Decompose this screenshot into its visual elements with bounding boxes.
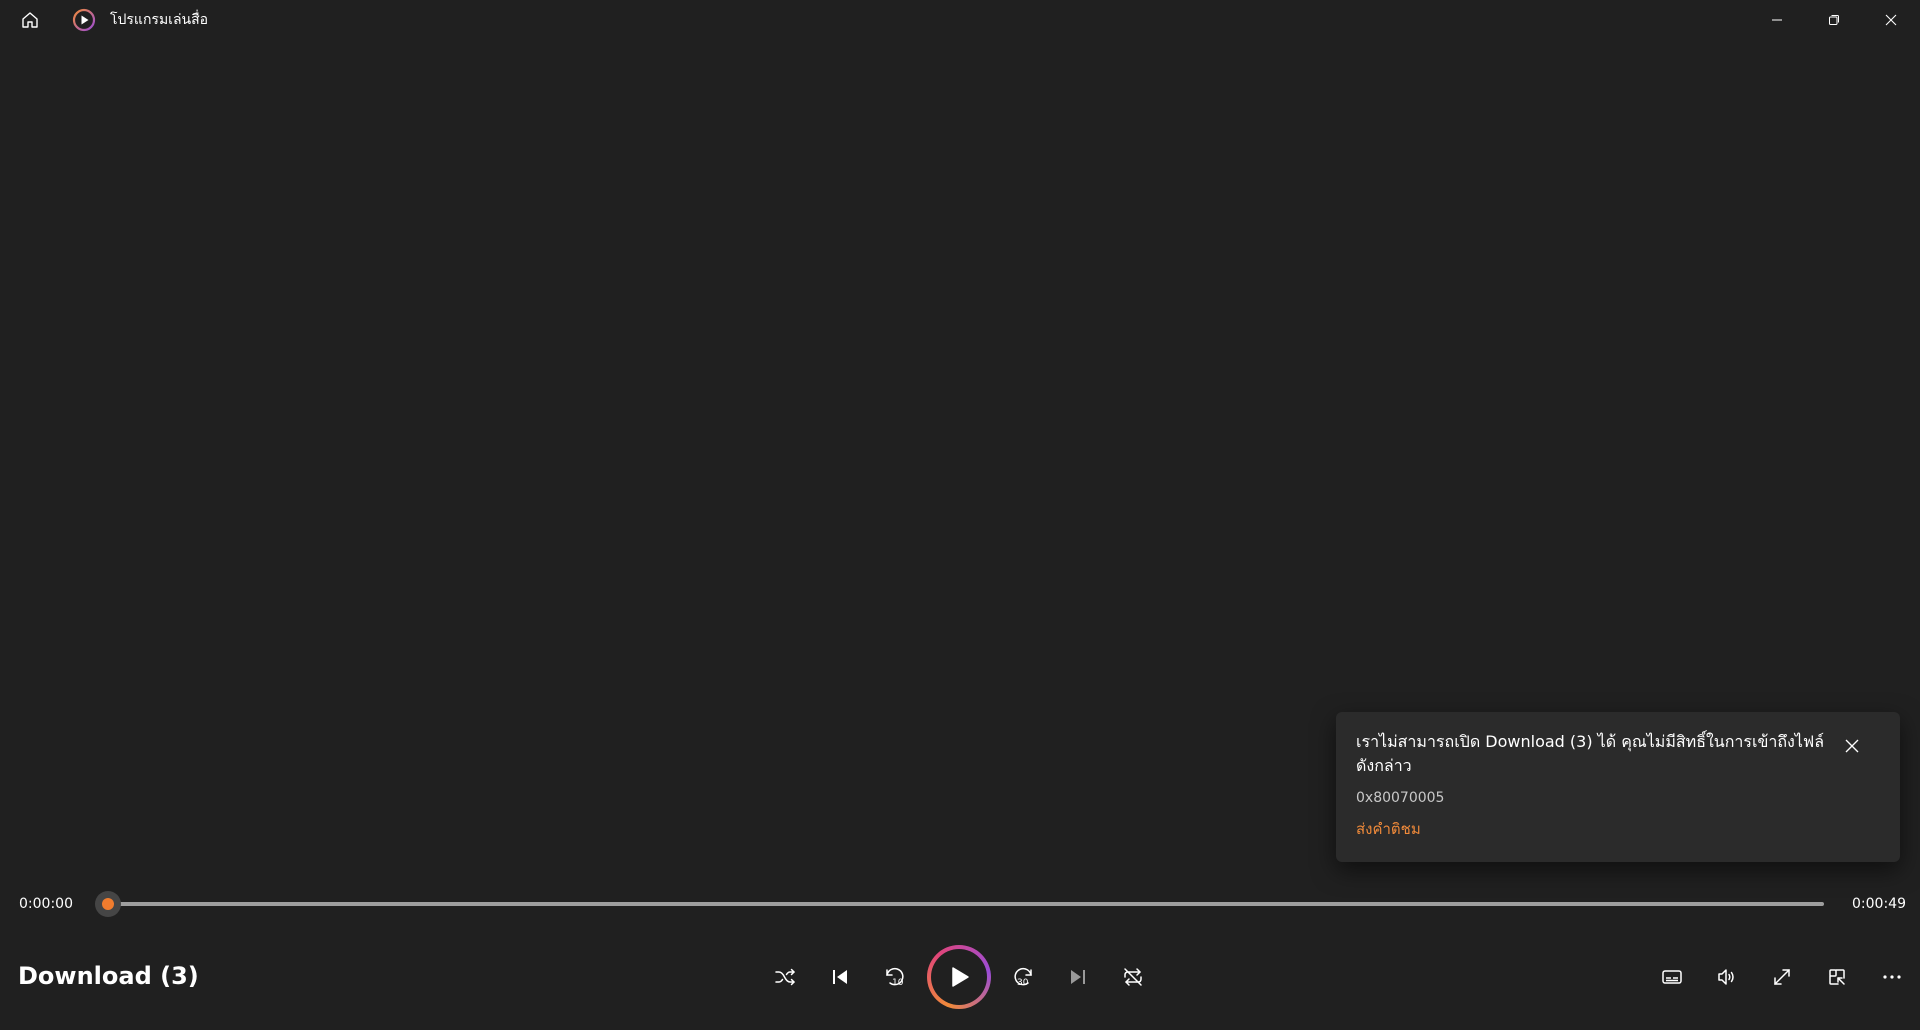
seek-thumb-dot: [102, 898, 114, 910]
volume-icon[interactable]: [1705, 955, 1749, 999]
media-title: Download (3): [18, 962, 199, 990]
fullscreen-icon[interactable]: [1760, 955, 1804, 999]
minimize-icon[interactable]: [1749, 0, 1805, 40]
error-message: เราไม่สามารถเปิด Download (3) ได้ คุณไม่…: [1356, 732, 1825, 775]
subtitles-icon[interactable]: [1650, 955, 1694, 999]
home-icon[interactable]: [14, 5, 46, 35]
close-icon[interactable]: [1836, 730, 1868, 762]
send-feedback-link[interactable]: ส่งคำติชม: [1356, 819, 1421, 839]
next-icon[interactable]: [1056, 955, 1100, 999]
error-notification: เราไม่สามารถเปิด Download (3) ได้ คุณไม่…: [1336, 712, 1900, 862]
more-icon[interactable]: [1870, 955, 1914, 999]
play-icon: [931, 949, 987, 1005]
mini-player-icon[interactable]: [1815, 955, 1859, 999]
app-title: โปรแกรมเล่นสื่อ: [110, 12, 209, 28]
close-icon[interactable]: [1863, 0, 1919, 40]
total-time: 0:00:49: [1852, 896, 1906, 912]
error-code: 0x80070005: [1356, 790, 1445, 806]
media-player-logo-icon: [72, 8, 96, 32]
seek-bar[interactable]: [108, 902, 1824, 906]
svg-text:30: 30: [1017, 978, 1029, 988]
skip-forward-30-icon[interactable]: 30: [1001, 955, 1045, 999]
repeat-off-icon[interactable]: [1111, 955, 1155, 999]
media-player-window: โปรแกรมเล่นสื่อ เราไม่สามารถเปิด Downloa…: [0, 0, 1920, 1030]
play-button[interactable]: [927, 945, 991, 1009]
svg-text:10: 10: [892, 978, 904, 988]
title-bar: โปรแกรมเล่นสื่อ: [0, 0, 1920, 40]
shuffle-icon[interactable]: [763, 955, 807, 999]
restore-icon[interactable]: [1806, 0, 1862, 40]
seek-thumb[interactable]: [95, 891, 121, 917]
skip-back-10-icon[interactable]: 10: [873, 955, 917, 999]
previous-icon[interactable]: [818, 955, 862, 999]
current-time: 0:00:00: [19, 896, 73, 912]
